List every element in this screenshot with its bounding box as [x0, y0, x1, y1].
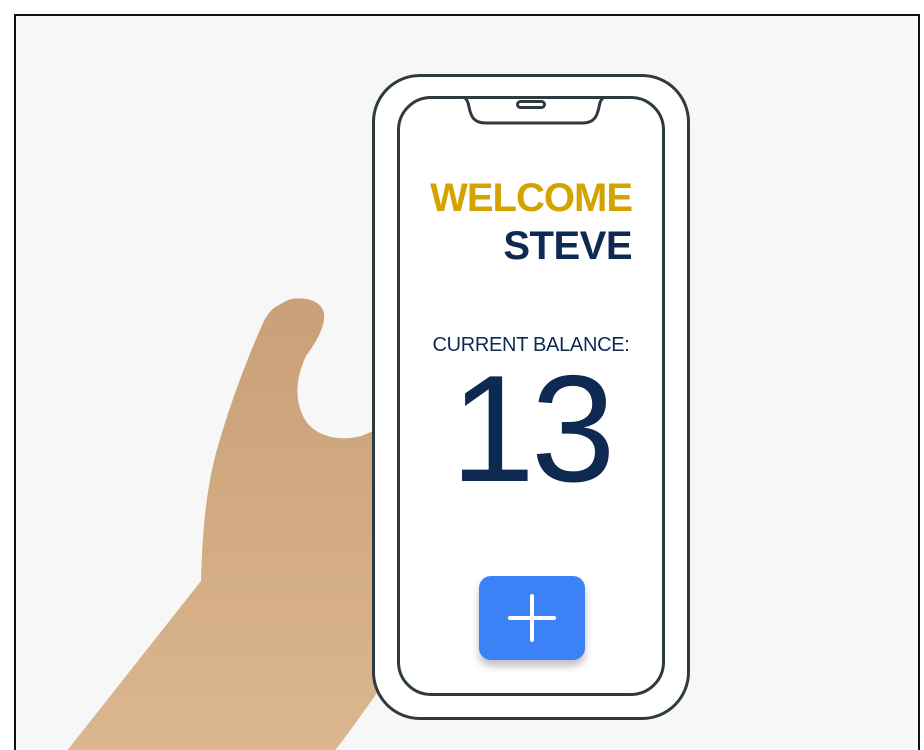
- speaker-grille: [516, 100, 546, 109]
- hand-shape: [67, 298, 402, 750]
- add-button[interactable]: [479, 576, 585, 660]
- plus-icon: [508, 594, 556, 642]
- phone-device: WELCOME STEVE CURRENT BALANCE: 13: [372, 74, 690, 720]
- welcome-heading: WELCOME: [430, 176, 633, 220]
- phone-screen: WELCOME STEVE CURRENT BALANCE: 13: [397, 96, 665, 696]
- illustration-frame: WELCOME STEVE CURRENT BALANCE: 13: [14, 14, 920, 750]
- user-name: STEVE: [503, 224, 632, 268]
- balance-value: 13: [450, 344, 615, 514]
